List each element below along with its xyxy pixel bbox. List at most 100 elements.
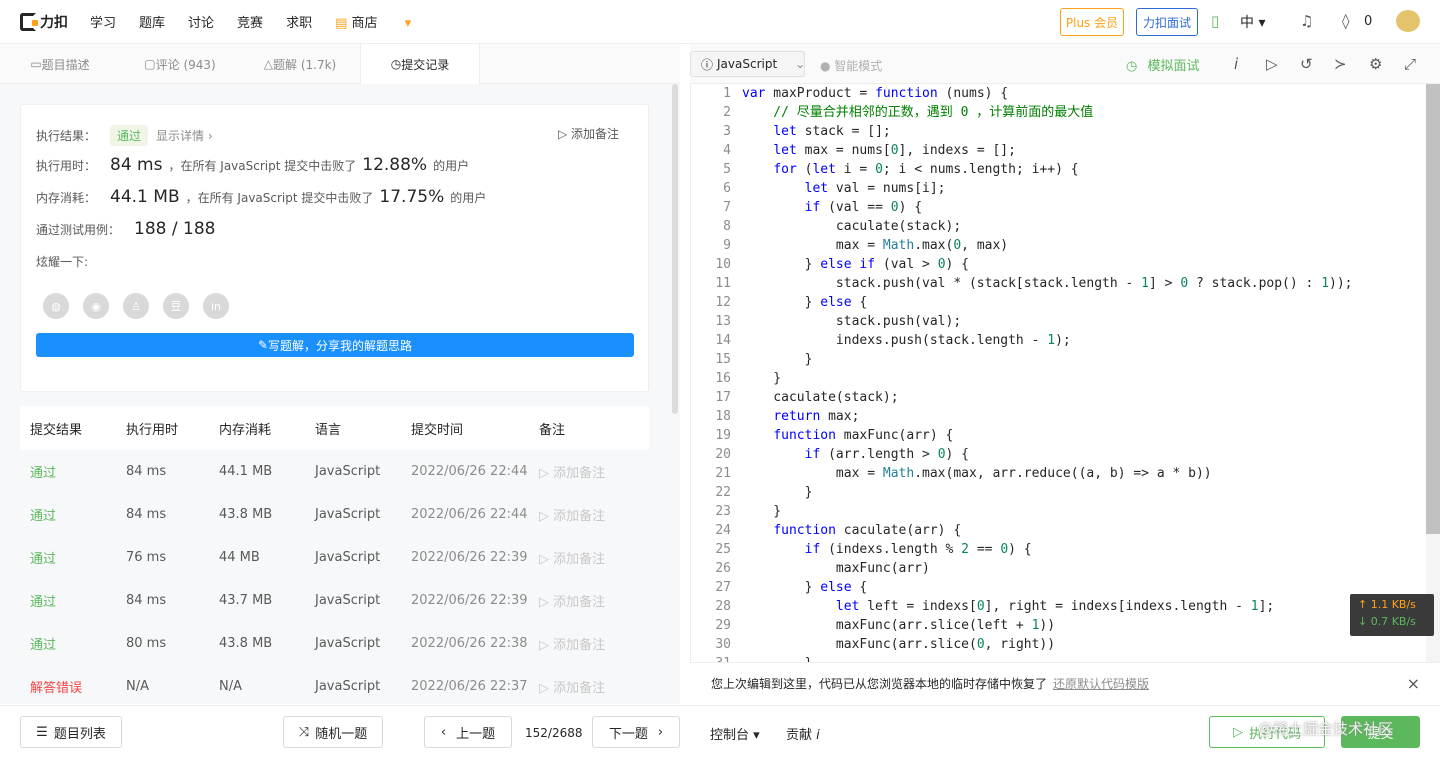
code-line[interactable]: if (arr.length > 0) {	[742, 445, 1353, 464]
linkedin-icon[interactable]: in	[203, 293, 229, 319]
nav-discuss[interactable]: 讨论	[188, 12, 214, 31]
tab-submissions[interactable]: ◷ 提交记录	[360, 44, 480, 84]
prev-button[interactable]: ‹ 上一题	[424, 716, 512, 748]
code-line[interactable]: }	[742, 654, 1353, 662]
qq-icon[interactable]: ♙	[123, 293, 149, 319]
write-solution-button[interactable]: ✎ 写题解，分享我的解题思路	[36, 333, 634, 357]
nav-jobs[interactable]: 求职	[286, 12, 312, 31]
interview-button[interactable]: 力扣面试	[1136, 8, 1198, 36]
wechat-icon[interactable]: ◍	[43, 293, 69, 319]
table-row[interactable]: 解答错误 N/A N/A JavaScript 2022/06/26 22:37 ▷ 添加…	[20, 665, 649, 704]
code-line[interactable]: if (indexs.length % 2 == 0) {	[742, 540, 1353, 559]
status-cell[interactable]: 解答错误	[20, 677, 126, 696]
status-cell[interactable]: 通过	[20, 505, 126, 524]
code-line[interactable]: max = Math.max(0, max)	[742, 236, 1353, 255]
nav-contest[interactable]: 竞赛	[237, 12, 263, 31]
code-content[interactable]: var maxProduct = function (nums) { // 尽量…	[742, 84, 1353, 662]
code-line[interactable]: }	[742, 350, 1353, 369]
contribute-button[interactable]: 贡献 i	[786, 724, 820, 743]
status-cell[interactable]: 通过	[20, 548, 126, 567]
settings-icon[interactable]: ⚙	[1369, 55, 1382, 73]
coin-icon[interactable]: ◊	[1342, 12, 1349, 30]
note-cell[interactable]: ▷ 添加备注	[539, 677, 649, 696]
submission-panel: 执行结果： 通过 显示详情 › ▷ 添加备注 执行用时： 84 ms ，在所有 …	[0, 84, 680, 704]
code-line[interactable]: var maxProduct = function (nums) {	[742, 84, 1353, 103]
logo[interactable]: 力扣	[20, 12, 72, 32]
console-toggle[interactable]: 控制台 ▾	[710, 724, 760, 743]
table-row[interactable]: 通过 84 ms 43.8 MB JavaScript 2022/06/26 22:44…	[20, 493, 649, 536]
random-button[interactable]: ⤨ 随机一题	[283, 716, 383, 748]
table-row[interactable]: 通过 80 ms 43.8 MB JavaScript 2022/06/26 22:38…	[20, 622, 649, 665]
info-icon[interactable]: i	[1234, 55, 1238, 73]
status-cell[interactable]: 通过	[20, 591, 126, 610]
nav-learn[interactable]: 学习	[90, 12, 116, 31]
terminal-icon[interactable]: ≻	[1334, 55, 1347, 73]
language-select[interactable]: ⓘ JavaScript ⌄	[690, 51, 805, 77]
tab-solutions[interactable]: △ 题解 (1.7k)	[240, 44, 360, 84]
left-scrollbar[interactable]	[672, 84, 678, 414]
code-line[interactable]: }	[742, 483, 1353, 502]
nav-problems[interactable]: 题库	[139, 12, 165, 31]
note-cell[interactable]: ▷ 添加备注	[539, 634, 649, 653]
code-line[interactable]: let stack = [];	[742, 122, 1353, 141]
note-cell[interactable]: ▷ 添加备注	[539, 462, 649, 481]
code-line[interactable]: for (let i = 0; i < nums.length; i++) {	[742, 160, 1353, 179]
code-line[interactable]: caculate(stack);	[742, 388, 1353, 407]
editor-scrollbar[interactable]	[1426, 84, 1440, 662]
bell-icon[interactable]: ♫	[1300, 12, 1313, 30]
code-line[interactable]: }	[742, 502, 1353, 521]
code-line[interactable]: return max;	[742, 407, 1353, 426]
mock-interview-button[interactable]: ◷ 模拟面试	[1126, 55, 1200, 74]
table-row[interactable]: 通过 76 ms 44 MB JavaScript 2022/06/26 22:39 ▷ …	[20, 536, 649, 579]
table-row[interactable]: 通过 84 ms 43.7 MB JavaScript 2022/06/26 22:39…	[20, 579, 649, 622]
add-note-button[interactable]: ▷ 添加备注	[558, 125, 619, 142]
code-line[interactable]: indexs.push(stack.length - 1);	[742, 331, 1353, 350]
code-line[interactable]: stack.push(val * (stack[stack.length - 1…	[742, 274, 1353, 293]
code-line[interactable]: stack.push(val);	[742, 312, 1353, 331]
code-line[interactable]: } else {	[742, 293, 1353, 312]
nav-shop[interactable]: ▤ 商店 ▾	[335, 12, 411, 31]
code-line[interactable]: let left = indexs[0], right = indexs[ind…	[742, 597, 1353, 616]
play-icon[interactable]: ▷	[1266, 55, 1278, 73]
editor-scroll-thumb[interactable]	[1426, 84, 1440, 534]
tab-description[interactable]: ▭ 题目描述	[0, 44, 120, 84]
code-line[interactable]: } else {	[742, 578, 1353, 597]
problem-list-button[interactable]: ☰ 题目列表	[20, 716, 122, 748]
code-line[interactable]: maxFunc(arr.slice(0, right))	[742, 635, 1353, 654]
reset-icon[interactable]: ↺	[1300, 55, 1313, 73]
douban-icon[interactable]: 豆	[163, 293, 189, 319]
note-cell[interactable]: ▷ 添加备注	[539, 548, 649, 567]
code-line[interactable]: let val = nums[i];	[742, 179, 1353, 198]
code-line[interactable]: }	[742, 369, 1353, 388]
code-line[interactable]: maxFunc(arr.slice(left + 1))	[742, 616, 1353, 635]
code-editor[interactable]: 1 2 3 4 5 6 7 8 9 10 11 12 13 14 15 16 17 18 19 20 21 22 23 24 2…	[690, 84, 1426, 662]
fullscreen-icon[interactable]: ⤢	[1404, 55, 1416, 73]
status-cell[interactable]: 通过	[20, 634, 126, 653]
plus-member-button[interactable]: Plus 会员	[1060, 8, 1124, 36]
code-line[interactable]: maxFunc(arr)	[742, 559, 1353, 578]
col-language: 语言	[315, 422, 342, 438]
code-line[interactable]: let max = nums[0], indexs = [];	[742, 141, 1353, 160]
status-cell[interactable]: 通过	[20, 462, 126, 481]
code-line[interactable]: // 尽量合并相邻的正数，遇到 0 ，计算前面的最大值	[742, 103, 1353, 122]
code-line[interactable]: function caculate(arr) {	[742, 521, 1353, 540]
next-button[interactable]: 下一题 ›	[592, 716, 680, 748]
avatar[interactable]	[1396, 10, 1420, 32]
details-link[interactable]: 显示详情 ›	[156, 127, 213, 144]
table-row[interactable]: 通过 84 ms 44.1 MB JavaScript 2022/06/26 22:44…	[20, 450, 649, 493]
code-line[interactable]: max = Math.max(max, arr.reduce((a, b) =>…	[742, 464, 1353, 483]
tab-comments[interactable]: ▢ 评论 (943)	[120, 44, 240, 84]
note-cell[interactable]: ▷ 添加备注	[539, 505, 649, 524]
smart-mode-toggle[interactable]: ● 智能模式	[820, 57, 882, 74]
mobile-icon[interactable]: ▯	[1211, 12, 1219, 30]
restore-default-link[interactable]: 还原默认代码模版	[1053, 675, 1149, 692]
note-cell[interactable]: ▷ 添加备注	[539, 591, 649, 610]
close-icon[interactable]: ×	[1407, 674, 1420, 693]
code-line[interactable]: caculate(stack);	[742, 217, 1353, 236]
code-line[interactable]: } else if (val > 0) {	[742, 255, 1353, 274]
code-line[interactable]: function maxFunc(arr) {	[742, 426, 1353, 445]
weibo-icon[interactable]: ◉	[83, 293, 109, 319]
language-switch[interactable]: 中 ▾	[1240, 12, 1265, 32]
line-number: 20	[715, 447, 731, 462]
code-line[interactable]: if (val == 0) {	[742, 198, 1353, 217]
